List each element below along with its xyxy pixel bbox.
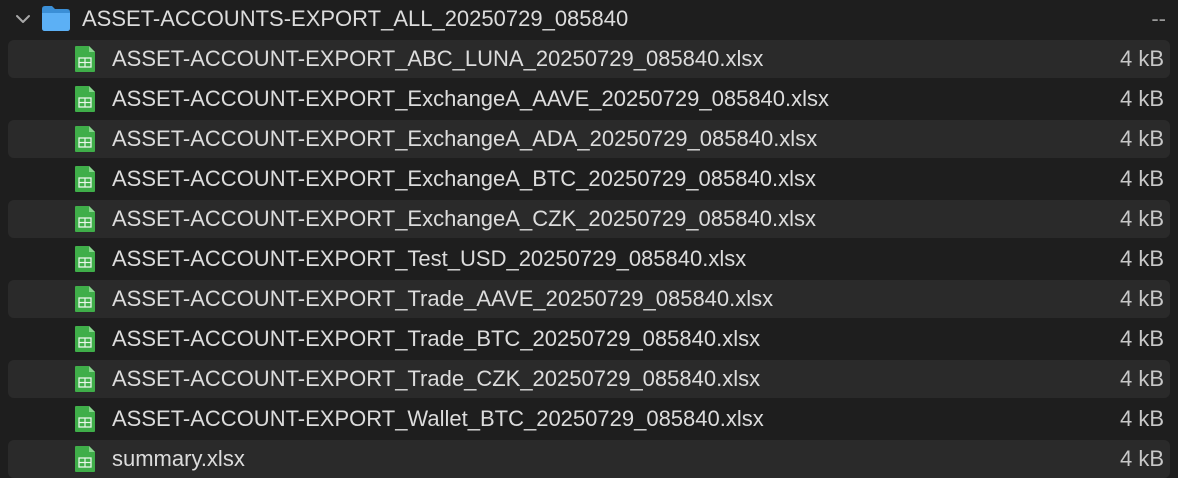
file-name[interactable]: ASSET-ACCOUNT-EXPORT_Test_USD_20250729_0… [112,244,746,274]
file-size: 4 kB [1119,86,1164,111]
file-size: 4 kB [1119,366,1164,391]
file-size: 4 kB [1119,126,1164,151]
file-name[interactable]: ASSET-ACCOUNT-EXPORT_Wallet_BTC_20250729… [112,404,764,434]
file-row[interactable]: ASSET-ACCOUNT-EXPORT_Trade_AAVE_20250729… [8,280,1170,318]
spreadsheet-file-icon [75,206,95,232]
folder-size: -- [1151,6,1166,31]
file-name[interactable]: ASSET-ACCOUNT-EXPORT_Trade_AAVE_20250729… [112,284,773,314]
spreadsheet-file-icon [75,406,95,432]
file-name[interactable]: ASSET-ACCOUNT-EXPORT_ABC_LUNA_20250729_0… [112,44,763,74]
file-name[interactable]: ASSET-ACCOUNT-EXPORT_ExchangeA_ADA_20250… [112,124,817,154]
file-row[interactable]: ASSET-ACCOUNT-EXPORT_Wallet_BTC_20250729… [8,400,1170,438]
file-row[interactable]: ASSET-ACCOUNT-EXPORT_ExchangeA_ADA_20250… [8,120,1170,158]
spreadsheet-file-icon [75,86,95,112]
spreadsheet-file-icon [75,246,95,272]
file-row[interactable]: ASSET-ACCOUNT-EXPORT_Trade_BTC_20250729_… [8,320,1170,358]
file-name[interactable]: ASSET-ACCOUNT-EXPORT_ExchangeA_BTC_20250… [112,164,816,194]
file-name[interactable]: ASSET-ACCOUNT-EXPORT_Trade_BTC_20250729_… [112,324,760,354]
spreadsheet-file-icon [75,46,95,72]
file-size: 4 kB [1119,286,1164,311]
file-name[interactable]: summary.xlsx [112,444,245,474]
spreadsheet-file-icon [75,126,95,152]
file-size: 4 kB [1119,246,1164,271]
file-row[interactable]: ASSET-ACCOUNT-EXPORT_ExchangeA_AAVE_2025… [8,80,1170,118]
file-size: 4 kB [1119,166,1164,191]
file-size: 4 kB [1119,326,1164,351]
spreadsheet-file-icon [75,286,95,312]
file-row[interactable]: summary.xlsx 4 kB [8,440,1170,478]
spreadsheet-file-icon [75,366,95,392]
folder-name[interactable]: ASSET-ACCOUNTS-EXPORT_ALL_20250729_08584… [82,4,628,34]
spreadsheet-file-icon [75,446,95,472]
file-size: 4 kB [1119,446,1164,471]
file-name[interactable]: ASSET-ACCOUNT-EXPORT_Trade_CZK_20250729_… [112,364,760,394]
file-row[interactable]: ASSET-ACCOUNT-EXPORT_ABC_LUNA_20250729_0… [8,40,1170,78]
file-size: 4 kB [1119,206,1164,231]
file-list: ASSET-ACCOUNTS-EXPORT_ALL_20250729_08584… [0,0,1178,478]
spreadsheet-file-icon [75,326,95,352]
file-name[interactable]: ASSET-ACCOUNT-EXPORT_ExchangeA_CZK_20250… [112,204,816,234]
file-row[interactable]: ASSET-ACCOUNT-EXPORT_Trade_CZK_20250729_… [8,360,1170,398]
file-size: 4 kB [1119,406,1164,431]
file-name[interactable]: ASSET-ACCOUNT-EXPORT_ExchangeA_AAVE_2025… [112,84,829,114]
folder-row[interactable]: ASSET-ACCOUNTS-EXPORT_ALL_20250729_08584… [0,0,1178,38]
file-row[interactable]: ASSET-ACCOUNT-EXPORT_ExchangeA_CZK_20250… [8,200,1170,238]
file-row[interactable]: ASSET-ACCOUNT-EXPORT_Test_USD_20250729_0… [8,240,1170,278]
file-size: 4 kB [1119,46,1164,71]
folder-icon [42,6,70,31]
chevron-down-icon[interactable] [14,10,32,28]
spreadsheet-file-icon [75,166,95,192]
file-row[interactable]: ASSET-ACCOUNT-EXPORT_ExchangeA_BTC_20250… [8,160,1170,198]
